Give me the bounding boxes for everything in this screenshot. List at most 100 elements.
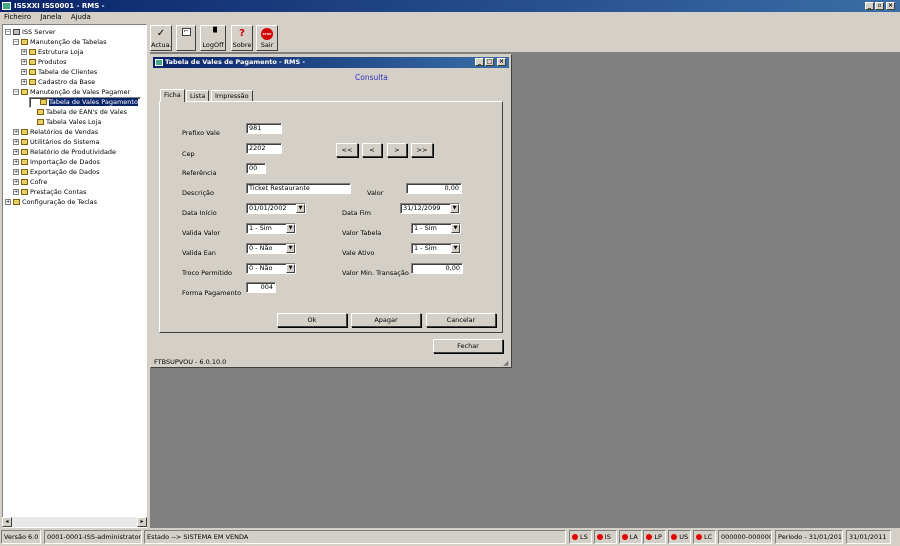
status-estado: Estado --> SISTEMA EM VENDA [144, 530, 566, 544]
tree-item[interactable]: + Cofre [13, 177, 47, 187]
tree-item-label: Utilitários do Sistema [30, 138, 100, 146]
dropdown-arrow-icon[interactable]: ▼ [286, 244, 295, 253]
restore-icon[interactable]: ▫ [875, 2, 884, 10]
first-record-button[interactable]: << [336, 143, 358, 157]
prefixo-input[interactable]: 981 [246, 123, 282, 134]
tab-ficha[interactable]: Ficha [160, 89, 185, 102]
expand-icon[interactable]: + [13, 169, 19, 175]
collapse-icon[interactable]: − [13, 89, 19, 95]
data-inicio-select[interactable]: 01/01/2002 ▼ [246, 203, 306, 214]
tree-item[interactable]: + Relatórios de Vendas [13, 127, 98, 137]
collapse-icon[interactable]: − [13, 39, 19, 45]
tree-item[interactable]: + Cadastro da Base [21, 77, 95, 87]
tree-item-label: Tabela de EAN's de Vales [46, 108, 128, 116]
expand-icon[interactable]: + [13, 149, 19, 155]
edit-button[interactable]: ⌐ [176, 25, 196, 51]
minimize-icon[interactable]: _ [865, 2, 874, 10]
valor-min-input[interactable]: 0,00 [411, 263, 463, 274]
tree-item[interactable]: Tabela Vales Loja [29, 117, 101, 127]
referencia-input[interactable]: 00 [246, 163, 266, 174]
close-icon[interactable]: × [886, 2, 895, 10]
dropdown-arrow-icon[interactable]: ▼ [451, 224, 460, 233]
tree-item[interactable]: + Produtos [21, 57, 66, 67]
dialog-close-icon[interactable]: × [497, 58, 506, 66]
cancelar-button[interactable]: Cancelar [426, 313, 496, 327]
expand-icon[interactable]: + [21, 49, 27, 55]
tree-item-label: ISS Server [22, 28, 56, 36]
descricao-input[interactable]: Ticket Restaurante [246, 183, 351, 194]
tree-horizontal-scrollbar[interactable]: ◂ ▸ [2, 517, 147, 527]
expand-icon[interactable]: + [13, 179, 19, 185]
tree-item[interactable]: + Prestação Contas [13, 187, 86, 197]
tree-item[interactable]: + Estrutura Loja [21, 47, 84, 57]
dialog-icon [155, 59, 163, 66]
logoff-button[interactable]: ▝ LogOff [200, 25, 226, 51]
tree-item-label: Cofre [30, 178, 48, 186]
tree-item[interactable]: − Manutenção de Tabelas [13, 37, 106, 47]
dialog-minimize-icon[interactable]: _ [475, 58, 484, 66]
tree-item-label: Configuração de Teclas [22, 198, 98, 206]
dropdown-arrow-icon[interactable]: ▼ [450, 204, 459, 213]
sair-button[interactable]: STOP Sair [256, 25, 278, 51]
data-inicio-value: 01/01/2002 [249, 204, 287, 212]
valida-valor-select[interactable]: 1 - Sim ▼ [246, 223, 296, 234]
tree-item[interactable]: − ISS Server [5, 27, 56, 37]
status-user: 0001-0001-ISS-administrator [44, 530, 142, 544]
sobre-button[interactable]: ? Sobre [231, 25, 253, 51]
expand-icon[interactable]: + [21, 69, 27, 75]
valor-tabela-select[interactable]: 1 - Sim ▼ [411, 223, 461, 234]
tree-item[interactable]: Tabela de EAN's de Vales [29, 107, 127, 117]
door-icon: ▝ [209, 28, 217, 39]
data-fim-select[interactable]: 31/12/2099 ▼ [400, 203, 460, 214]
valida-ean-select[interactable]: 0 - Não ▼ [246, 243, 296, 254]
vale-ativo-select[interactable]: 1 - Sim ▼ [411, 243, 461, 254]
data-fim-label: Data Fim [342, 209, 371, 217]
expand-icon[interactable]: + [5, 199, 11, 205]
forma-pagamento-input[interactable]: 004 [246, 282, 276, 293]
dropdown-arrow-icon[interactable]: ▼ [286, 264, 295, 273]
collapse-icon[interactable]: − [5, 29, 11, 35]
expand-icon[interactable]: + [13, 159, 19, 165]
led-label: LA [629, 533, 638, 541]
tree-item-label: Tabela Vales Loja [46, 118, 102, 126]
prev-record-button[interactable]: < [362, 143, 382, 157]
dialog-maximize-icon[interactable]: □ [485, 58, 494, 66]
fechar-button[interactable]: Fechar [433, 339, 503, 353]
dropdown-arrow-icon[interactable]: ▼ [286, 224, 295, 233]
scroll-right-icon[interactable]: ▸ [137, 517, 147, 527]
tree-item[interactable]: + Exportação de Dados [13, 167, 100, 177]
tree-item[interactable]: + Importação de Dados [13, 157, 100, 167]
dropdown-arrow-icon[interactable]: ▼ [451, 244, 460, 253]
next-record-button[interactable]: > [387, 143, 407, 157]
menu-ficheiro[interactable]: Ficheiro [4, 13, 31, 21]
dropdown-arrow-icon[interactable]: ▼ [296, 204, 305, 213]
expand-icon[interactable]: + [21, 79, 27, 85]
expand-icon[interactable]: + [21, 59, 27, 65]
tree-item[interactable]: + Relatório de Produtividade [13, 147, 116, 157]
tree-item-label: Manutenção de Vales Pagamer [30, 88, 131, 96]
tree-item[interactable]: + Utilitários do Sistema [13, 137, 100, 147]
expand-icon[interactable]: + [13, 139, 19, 145]
actua-button[interactable]: ✓ Actua. [150, 25, 172, 51]
toolbar: ✓ Actua. ⌐ ▝ LogOff ? Sobre STOP Sair [149, 24, 900, 52]
tree-item[interactable]: + Configuração de Teclas [5, 197, 97, 207]
resize-grip-icon[interactable]: ◢ [503, 359, 508, 367]
expand-icon[interactable]: + [13, 129, 19, 135]
expand-icon[interactable]: + [13, 189, 19, 195]
prefixo-label: Prefixo Vale [182, 129, 220, 137]
last-record-button[interactable]: >> [411, 143, 433, 157]
menu-ajuda[interactable]: Ajuda [71, 13, 91, 21]
tree-item[interactable]: − Manutenção de Vales Pagamer [13, 87, 130, 97]
navigation-tree[interactable]: − ISS Server − Manutenção de Tabelas + Estrut… [2, 24, 147, 528]
tree-item[interactable]: + Tabela de Clientes [21, 67, 97, 77]
cep-input[interactable]: 2202 [246, 143, 282, 154]
troco-select[interactable]: 0 - Não ▼ [246, 263, 296, 274]
valor-min-label: Valor Min. Transação [342, 269, 409, 277]
valor-input[interactable]: 0,00 [406, 183, 462, 194]
scroll-left-icon[interactable]: ◂ [2, 517, 12, 527]
ok-button[interactable]: Ok [277, 313, 347, 327]
apagar-button[interactable]: Apagar [351, 313, 421, 327]
menu-janela[interactable]: Janela [40, 13, 61, 21]
folder-icon [21, 89, 28, 95]
